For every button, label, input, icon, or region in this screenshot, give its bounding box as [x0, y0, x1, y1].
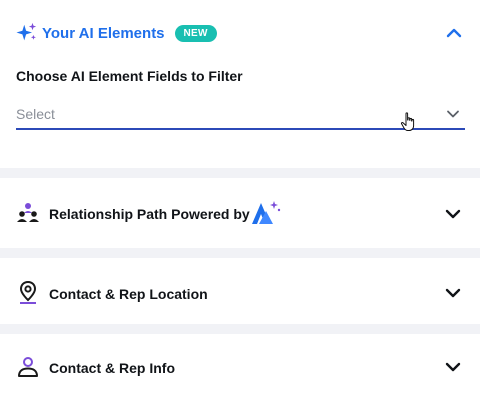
contact-rep-location-section[interactable]: Contact & Rep Location: [0, 258, 480, 324]
chevron-up-icon[interactable]: [444, 23, 464, 43]
ai-element-fields-label: Choose AI Element Fields to Filter: [16, 68, 243, 84]
location-pin-icon: [19, 280, 37, 304]
chevron-down-icon: [447, 110, 459, 118]
contact-rep-info-section[interactable]: Contact & Rep Info: [0, 334, 480, 395]
chevron-down-icon[interactable]: [444, 205, 462, 223]
ai-element-fields-select[interactable]: Select: [16, 102, 465, 130]
ai-elements-panel: Your AI Elements NEW Choose AI Element F…: [0, 0, 480, 168]
select-placeholder: Select: [16, 106, 55, 122]
new-badge: NEW: [174, 24, 217, 42]
chevron-down-icon[interactable]: [444, 358, 462, 376]
ai-elements-header[interactable]: Your AI Elements NEW: [16, 20, 217, 46]
section-divider: [0, 324, 480, 334]
person-icon: [18, 357, 38, 377]
ai-elements-title: Your AI Elements: [42, 24, 165, 42]
section-divider: [0, 168, 480, 178]
relationship-path-title: Relationship Path Powered by: [49, 206, 250, 222]
relationship-path-section[interactable]: Relationship Path Powered by: [0, 178, 480, 248]
chevron-down-icon[interactable]: [444, 284, 462, 302]
contact-rep-location-title: Contact & Rep Location: [49, 286, 208, 302]
sparkle-icon: [16, 22, 37, 41]
people-network-icon: [17, 203, 39, 222]
brand-logo-icon: [252, 201, 281, 224]
section-divider: [0, 248, 480, 258]
hand-pointer-icon: [400, 112, 415, 131]
contact-rep-info-title: Contact & Rep Info: [49, 360, 175, 376]
